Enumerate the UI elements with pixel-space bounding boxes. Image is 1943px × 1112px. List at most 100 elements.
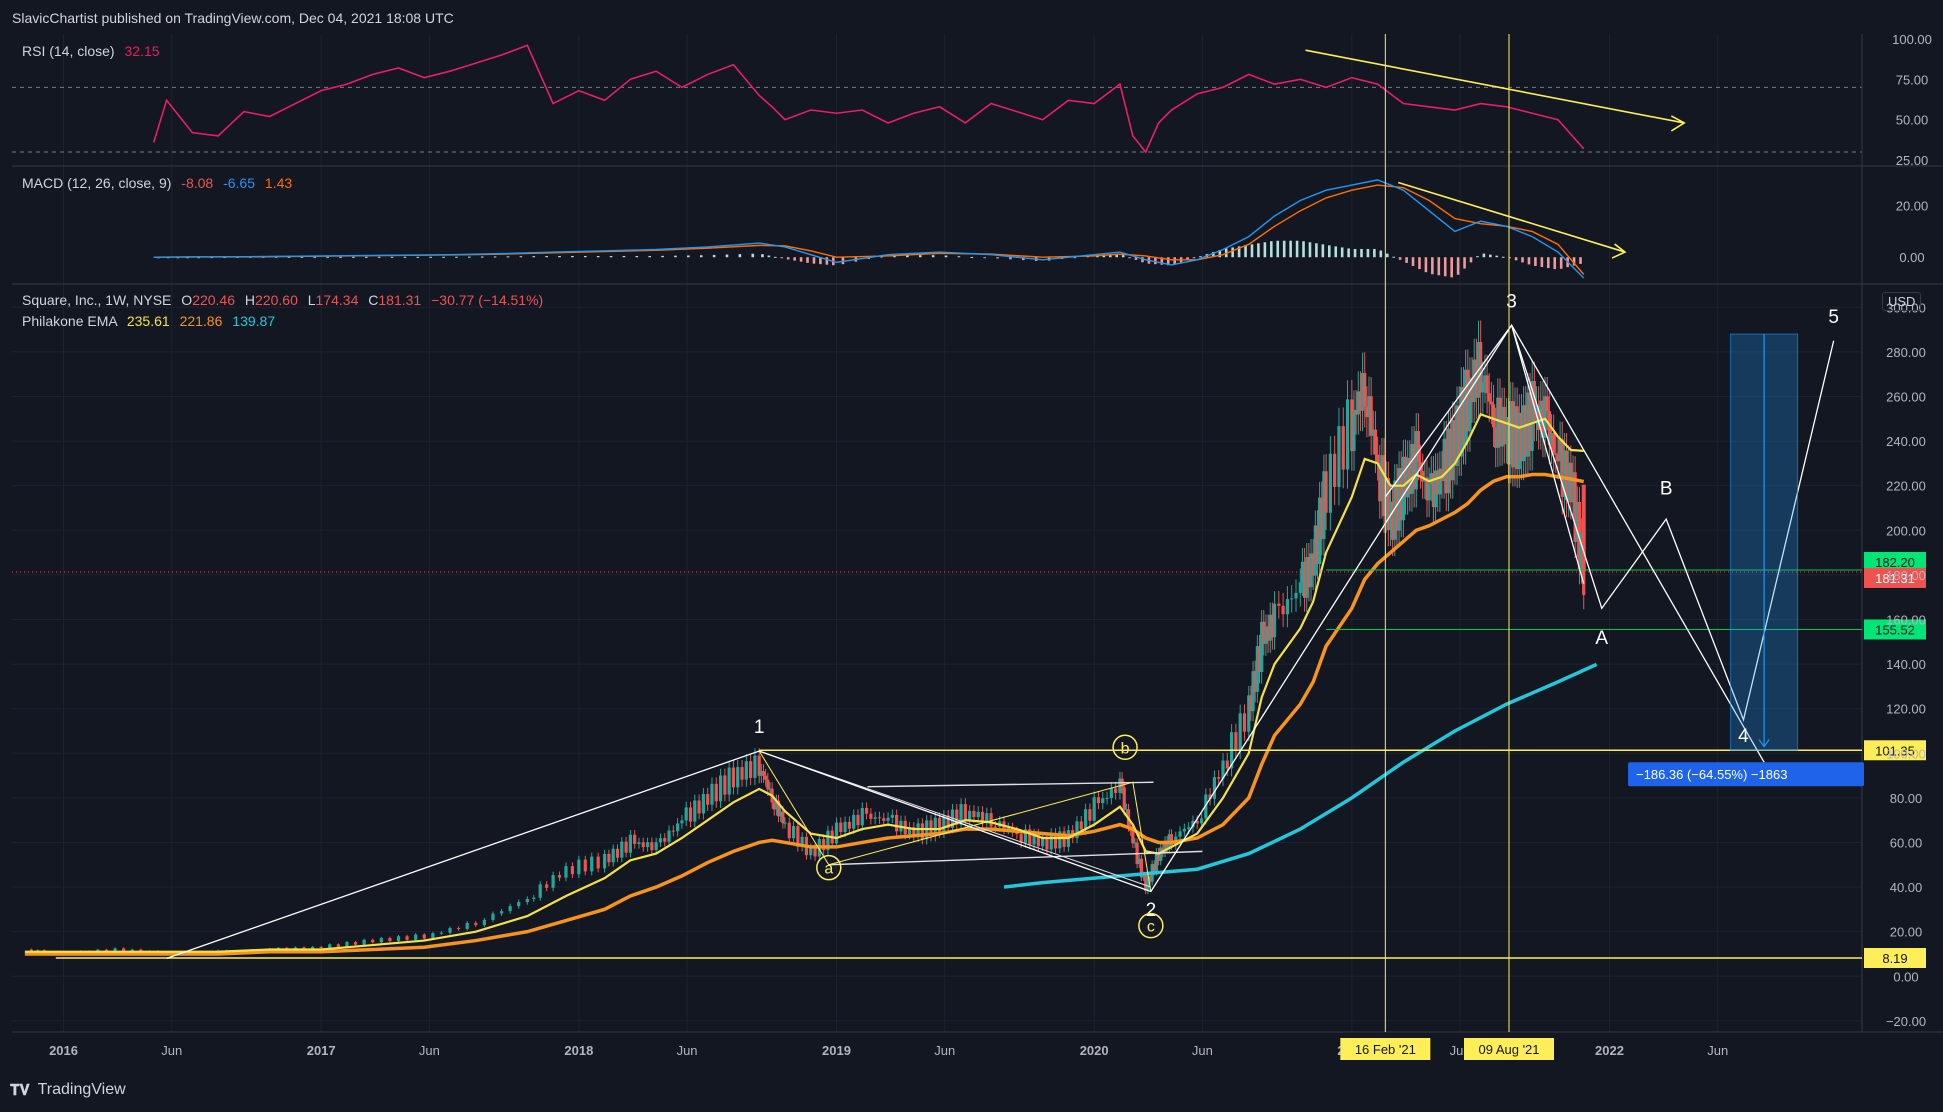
rsi-value: 32.15 [124, 43, 160, 59]
macd-histogram-bar [1289, 240, 1292, 258]
price-y-tick: 40.00 [1890, 880, 1923, 895]
macd-y-tick: 20.00 [1896, 199, 1929, 214]
candle-body [976, 811, 980, 818]
candle-body [753, 755, 757, 778]
candle-body [1092, 797, 1096, 821]
macd-histogram-bar [767, 255, 771, 258]
macd-histogram-bar [1250, 244, 1254, 258]
macd-histogram-bar [674, 255, 677, 258]
macd-histogram-bar [799, 257, 803, 262]
candle-body [1341, 426, 1345, 470]
price-y-tick: −20.00 [1886, 1014, 1926, 1029]
macd-histogram-bar [687, 255, 690, 258]
candle-body [1285, 599, 1290, 615]
macd-legend: MACD (12, 26, close, 9) -8.08 -6.65 1.43 [22, 175, 292, 191]
currency-button[interactable]: USD [1882, 292, 1922, 311]
candle-body [1416, 431, 1420, 463]
macd-histogram-bar [1173, 257, 1176, 265]
candle-body [680, 820, 684, 824]
candle-body [336, 944, 340, 947]
candle-body [353, 942, 358, 945]
price-y-tick: 0.00 [1893, 969, 1918, 984]
macd-histogram-bar [390, 256, 394, 258]
candle-body [545, 884, 549, 888]
candle-body [791, 826, 796, 839]
ema-title: Philakone EMA [22, 313, 117, 329]
candle-body [1294, 592, 1298, 599]
candle-body [388, 938, 392, 942]
candle-body [611, 848, 615, 863]
candle-body [710, 783, 714, 805]
measure-label: −186.36 (−64.55%) −1863 [1636, 767, 1787, 782]
macd-histogram-bar [1302, 241, 1305, 258]
macd-histogram-bar [339, 256, 342, 258]
candle-body [852, 814, 856, 829]
macd-histogram-bar [699, 255, 703, 258]
macd-histogram-bar [571, 255, 574, 258]
rsi-y-tick: 50.00 [1896, 113, 1929, 128]
candle-body [491, 913, 495, 920]
candle-body [787, 822, 791, 839]
candle-body [706, 794, 710, 805]
candle-body [482, 919, 486, 926]
candle-body [877, 817, 882, 819]
macd-histogram-bar [786, 257, 790, 260]
macd-histogram-bar [1392, 256, 1396, 258]
corrective-label-b: b [1121, 740, 1130, 757]
candle-body [873, 817, 877, 819]
macd-histogram-bar [1270, 241, 1273, 258]
ohlc-h-label: H [244, 292, 256, 308]
candle-body [1277, 603, 1281, 606]
candle-body [985, 813, 989, 822]
candle-body [697, 800, 701, 814]
candle-body [633, 834, 637, 844]
candle-body [607, 853, 611, 863]
rsi-y-tick: 25.00 [1896, 153, 1929, 168]
macd-histogram-bar [1411, 257, 1415, 266]
candle-body [834, 822, 839, 844]
price-y-tick: 20.00 [1890, 925, 1923, 940]
macd-histogram-bar [1257, 243, 1260, 258]
ohlc-c-label: C [368, 292, 379, 308]
rsi-y-tick: 75.00 [1896, 72, 1929, 87]
candle-body [740, 767, 744, 780]
macd-histogram-bar [519, 256, 523, 258]
candle-body [1298, 582, 1302, 593]
ohlc-open: 220.46 [192, 292, 236, 308]
macd-histogram-bar [416, 256, 420, 258]
candle-body [1352, 409, 1356, 452]
candle-body [628, 834, 632, 853]
tradingview-brand[interactable]: 𝐓𝐕 TradingView [10, 1081, 126, 1099]
candle-body [869, 813, 873, 819]
candle-body [577, 859, 581, 875]
candle-body [1041, 837, 1045, 847]
x-axis-tick: 2016 [49, 1043, 78, 1058]
candle-body [517, 902, 521, 907]
rsi-y-tick: 100.00 [1892, 32, 1932, 47]
candle-body [972, 810, 976, 818]
candle-body [663, 838, 667, 842]
macd-histogram-bar [1463, 257, 1466, 269]
candle-body [1545, 396, 1549, 412]
candle-body [1199, 818, 1204, 824]
candle-body [839, 822, 843, 833]
candle-body [1122, 787, 1126, 810]
candle-body [809, 847, 813, 856]
candle-body [650, 842, 654, 851]
x-axis-tick: 2022 [1595, 1043, 1624, 1058]
chart-stage[interactable]: −186.36 (−64.55%) −1863 1 2 3 A B 4 5 a b c 182.20 1… [0, 0, 1943, 1107]
candle-body [328, 944, 332, 948]
candle-body [1088, 809, 1092, 821]
price-y-tick: 60.00 [1890, 835, 1923, 850]
x-axis-tick: Jun [677, 1043, 698, 1058]
wave-label-A: A [1595, 628, 1608, 649]
macd-histogram-bar [1321, 244, 1325, 258]
candle-body [570, 866, 575, 875]
candle-body [749, 761, 753, 778]
candle-body [499, 911, 504, 914]
candle-body [1552, 432, 1556, 454]
chart-svg[interactable]: −186.36 (−64.55%) −1863123AB45abc182.201… [0, 0, 1943, 1107]
macd-histogram-bar [1514, 257, 1518, 261]
macd-histogram-bar [1199, 256, 1202, 258]
candle-body [1491, 404, 1496, 428]
